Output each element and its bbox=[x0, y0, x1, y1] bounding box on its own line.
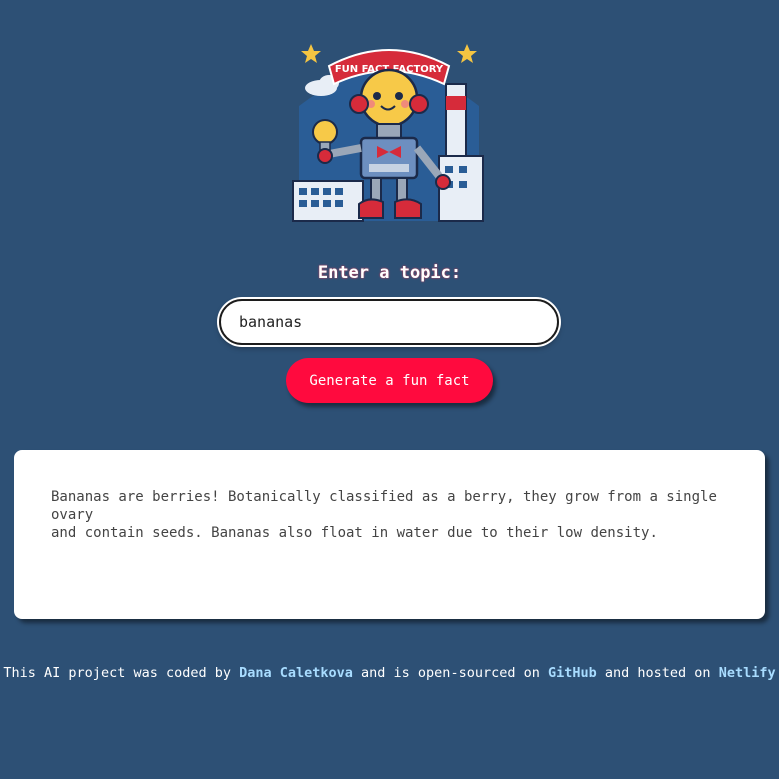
generate-fact-button[interactable]: Generate a fun fact bbox=[286, 358, 493, 403]
fun-fact-factory-logo: FUN FACT FACTORY bbox=[289, 36, 489, 226]
fact-card: Bananas are berries! Botanically classif… bbox=[14, 450, 765, 619]
footer-text-2: and is open-sourced on bbox=[352, 665, 548, 681]
fact-line-2: and contain seeds. Bananas also float in… bbox=[51, 525, 658, 541]
footer-text-1: This AI project was coded by bbox=[3, 665, 240, 681]
fact-text: Bananas are berries! Botanically classif… bbox=[51, 488, 729, 542]
fact-line-1: Bananas are berries! Botanically classif… bbox=[51, 489, 717, 523]
footer: This AI project was coded by Dana Caletk… bbox=[0, 665, 779, 681]
github-link[interactable]: GitHub bbox=[548, 665, 597, 681]
author-link[interactable]: Dana Caletkova bbox=[239, 665, 353, 681]
footer-text-3: and hosted on bbox=[596, 665, 719, 681]
robot-lightbulb-icon: FUN FACT FACTORY bbox=[292, 44, 484, 222]
topic-label: Enter a topic: bbox=[317, 263, 462, 283]
netlify-link[interactable]: Netlify bbox=[719, 665, 776, 681]
topic-input[interactable] bbox=[219, 299, 559, 345]
